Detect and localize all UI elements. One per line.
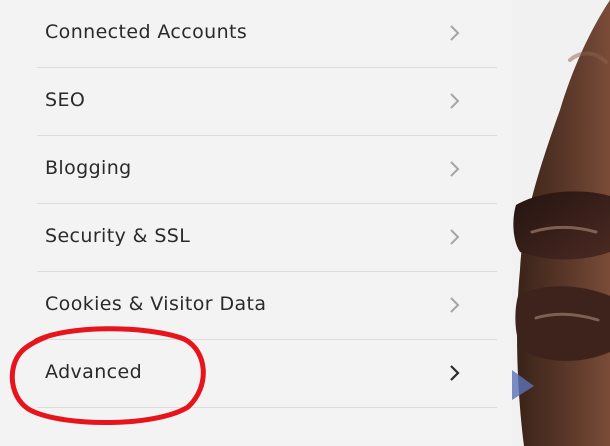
menu-item-connected-accounts[interactable]: Connected Accounts: [37, 0, 497, 68]
menu-item-label: Blogging: [45, 157, 132, 179]
chevron-right-icon: [449, 91, 461, 111]
menu-item-seo[interactable]: SEO: [37, 68, 497, 136]
menu-item-label: SEO: [45, 89, 86, 111]
settings-menu-list: Connected Accounts SEO Blogging Security…: [37, 0, 497, 408]
menu-item-blogging[interactable]: Blogging: [37, 136, 497, 204]
settings-menu-panel: Connected Accounts SEO Blogging Security…: [0, 0, 512, 446]
chevron-right-icon: [449, 159, 461, 179]
menu-item-label: Connected Accounts: [45, 21, 248, 43]
menu-item-security-ssl[interactable]: Security & SSL: [37, 204, 497, 272]
menu-item-cookies-visitor-data[interactable]: Cookies & Visitor Data: [37, 272, 497, 340]
preview-photo-image: [512, 0, 610, 446]
chevron-right-icon: [449, 23, 461, 43]
menu-item-label: Cookies & Visitor Data: [45, 293, 267, 315]
chevron-right-icon: [449, 295, 461, 315]
chevron-right-icon: [449, 363, 461, 383]
menu-item-label: Advanced: [45, 361, 143, 383]
menu-item-label: Security & SSL: [45, 225, 191, 247]
chevron-right-icon: [449, 227, 461, 247]
menu-item-advanced[interactable]: Advanced: [37, 340, 497, 408]
